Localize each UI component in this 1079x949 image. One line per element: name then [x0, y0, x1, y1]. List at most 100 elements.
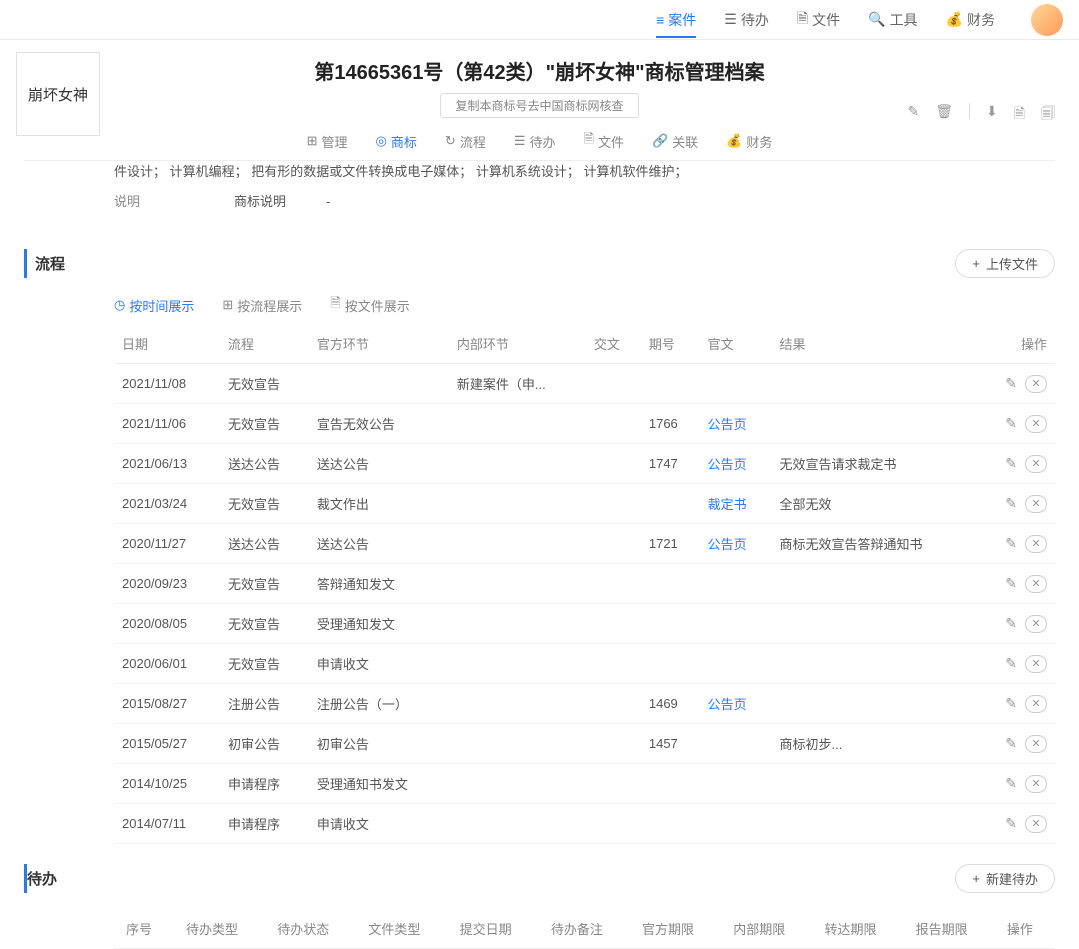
topnav-案件[interactable]: ≡案件 — [656, 8, 696, 38]
edit-row-icon[interactable]: ✎ — [1005, 455, 1017, 472]
cell: 2021/03/24 — [114, 484, 220, 524]
edit-row-icon[interactable]: ✎ — [1005, 535, 1017, 552]
cell: 1721 — [641, 524, 700, 564]
flow-col-2: 官方环节 — [309, 324, 449, 364]
tab-label: 管理 — [322, 132, 348, 151]
flow-col-0: 日期 — [114, 324, 220, 364]
topnav-待办[interactable]: ☰待办 — [724, 8, 769, 32]
cell — [586, 364, 641, 404]
delete-row-icon[interactable]: ✕ — [1025, 615, 1047, 633]
doc-link[interactable]: 公告页 — [708, 417, 747, 432]
topnav-财务[interactable]: 💰财务 — [946, 8, 995, 32]
cell — [449, 524, 586, 564]
edit-row-icon[interactable]: ✎ — [1005, 495, 1017, 512]
tab-商标[interactable]: ◎商标 — [376, 130, 417, 152]
flow-col-8: 操作 — [979, 324, 1055, 364]
edit-row-icon[interactable]: ✎ — [1005, 655, 1017, 672]
subtab-按流程展示[interactable]: ⊞按流程展示 — [222, 294, 302, 316]
tab-管理[interactable]: ⊞管理 — [307, 130, 348, 152]
tab-文件[interactable]: 🗎文件 — [584, 130, 624, 152]
tab-流程[interactable]: ↻流程 — [445, 130, 486, 152]
cell: 2020/06/01 — [114, 644, 220, 684]
todo-col-4: 提交日期 — [448, 909, 539, 949]
todo-col-6: 官方期限 — [630, 909, 721, 949]
layers-icon: ≡ — [656, 12, 664, 28]
cell — [641, 484, 700, 524]
delete-row-icon[interactable]: ✕ — [1025, 775, 1047, 793]
cell — [586, 724, 641, 764]
cell — [449, 484, 586, 524]
subtab-按时间展示[interactable]: ◷按时间展示 — [114, 294, 194, 316]
edit-row-icon[interactable]: ✎ — [1005, 575, 1017, 592]
todo-col-7: 内部期限 — [721, 909, 812, 949]
new-todo-button[interactable]: + 新建待办 — [955, 864, 1055, 893]
cell — [641, 564, 700, 604]
pdf-icon[interactable]: 🗐 — [1041, 103, 1055, 127]
bag-icon: 💰 — [946, 11, 963, 28]
topnav-label: 文件 — [812, 10, 840, 30]
delete-row-icon[interactable]: ✕ — [1025, 655, 1047, 673]
plus-icon: + — [972, 871, 980, 886]
cell — [586, 484, 641, 524]
edit-row-icon[interactable]: ✎ — [1005, 375, 1017, 392]
edit-row-icon[interactable]: ✎ — [1005, 695, 1017, 712]
cell — [449, 444, 586, 484]
delete-row-icon[interactable]: ✕ — [1025, 575, 1047, 593]
plus-icon: + — [972, 256, 980, 271]
tab-关联[interactable]: 🔗关联 — [652, 130, 698, 152]
header: 崩坏女神 第14665361号（第42类）"崩坏女神"商标管理档案 复制本商标号… — [0, 40, 1079, 161]
edit-row-icon[interactable]: ✎ — [1005, 815, 1017, 832]
cell: 2020/08/05 — [114, 604, 220, 644]
todo-col-5: 待办备注 — [539, 909, 630, 949]
cell — [449, 684, 586, 724]
cell: 申请收文 — [309, 644, 449, 684]
doc-link[interactable]: 公告页 — [708, 457, 747, 472]
cell — [449, 764, 586, 804]
doc-icon[interactable]: 🗎 — [1014, 103, 1025, 127]
doc-link[interactable]: 公告页 — [708, 697, 747, 712]
delete-row-icon[interactable]: ✕ — [1025, 375, 1047, 393]
cell: 注册公告 — [220, 684, 309, 724]
cell — [586, 684, 641, 724]
cell — [449, 644, 586, 684]
cell — [772, 604, 980, 644]
subtitle-link[interactable]: 复制本商标号去中国商标网核查 — [440, 93, 638, 118]
edit-row-icon[interactable]: ✎ — [1005, 735, 1017, 752]
subtab-按文件展示[interactable]: 🗎按文件展示 — [330, 294, 409, 316]
edit-icon[interactable]: ✎ — [907, 103, 919, 127]
delete-icon[interactable]: 🗑 — [935, 103, 953, 127]
doc-link[interactable]: 公告页 — [708, 537, 747, 552]
topnav-工具[interactable]: 🔍工具 — [868, 8, 917, 32]
delete-row-icon[interactable]: ✕ — [1025, 535, 1047, 553]
cell: 1469 — [641, 684, 700, 724]
cell: 新建案件（申... — [449, 364, 586, 404]
delete-row-icon[interactable]: ✕ — [1025, 495, 1047, 513]
edit-row-icon[interactable]: ✎ — [1005, 415, 1017, 432]
cell — [772, 644, 980, 684]
todo-title: 待办 — [27, 868, 57, 889]
delete-row-icon[interactable]: ✕ — [1025, 815, 1047, 833]
cell — [586, 804, 641, 844]
tab-label: 财务 — [746, 132, 772, 151]
subtab-label: 按文件展示 — [345, 296, 410, 315]
avatar[interactable] — [1031, 4, 1063, 36]
tab-待办[interactable]: ☰待办 — [514, 130, 556, 152]
download-icon[interactable]: ⬇ — [986, 103, 998, 127]
delete-row-icon[interactable]: ✕ — [1025, 415, 1047, 433]
delete-row-icon[interactable]: ✕ — [1025, 455, 1047, 473]
cell: 2015/05/27 — [114, 724, 220, 764]
delete-row-icon[interactable]: ✕ — [1025, 735, 1047, 753]
topnav-文件[interactable]: 🗎文件 — [797, 8, 840, 32]
upload-file-button[interactable]: + 上传文件 — [955, 249, 1055, 278]
cell: 初审公告 — [220, 724, 309, 764]
tab-财务[interactable]: 💰财务 — [726, 130, 772, 152]
desc-label: 说明 — [114, 191, 234, 213]
cell — [586, 604, 641, 644]
edit-row-icon[interactable]: ✎ — [1005, 775, 1017, 792]
table-row: 2020/08/05无效宣告受理通知发文✎✕ — [114, 604, 1055, 644]
edit-row-icon[interactable]: ✎ — [1005, 615, 1017, 632]
doc-link[interactable]: 裁定书 — [708, 497, 747, 512]
cell: 无效宣告 — [220, 364, 309, 404]
delete-row-icon[interactable]: ✕ — [1025, 695, 1047, 713]
cell — [700, 564, 772, 604]
